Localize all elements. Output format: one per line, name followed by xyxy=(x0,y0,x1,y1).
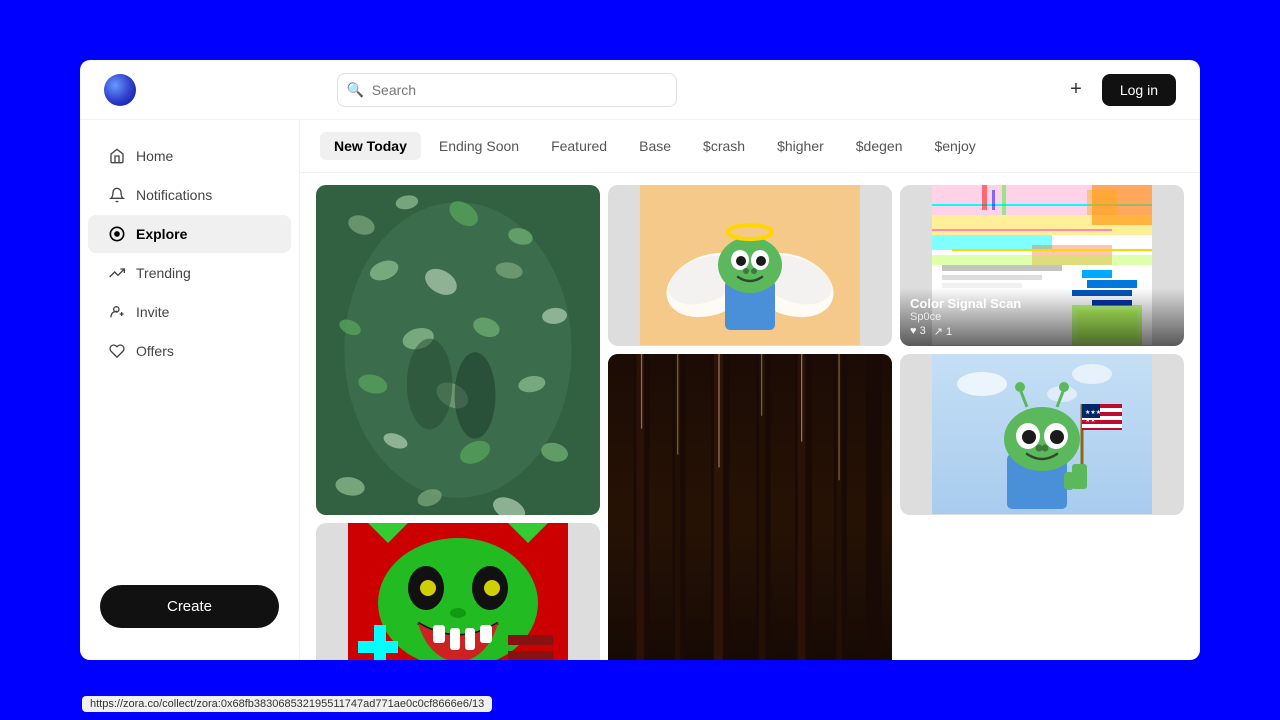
search-input[interactable] xyxy=(337,73,677,107)
nav-items: Home Notifications Explore xyxy=(80,136,299,569)
sidebar: Home Notifications Explore xyxy=(80,120,300,660)
tab-senjoy[interactable]: $enjoy xyxy=(920,132,989,160)
login-button[interactable]: Log in xyxy=(1102,74,1176,106)
sidebar-item-explore-label: Explore xyxy=(136,226,187,242)
tab-sdegen[interactable]: $degen xyxy=(842,132,917,160)
explore-icon xyxy=(108,225,126,243)
grid-item-cat-math[interactable] xyxy=(316,523,600,660)
svg-text:★★★: ★★★ xyxy=(1085,409,1101,416)
grid-item-dark-trees[interactable] xyxy=(608,354,892,660)
tab-scrash[interactable]: $crash xyxy=(689,132,759,160)
sidebar-item-notifications[interactable]: Notifications xyxy=(88,176,291,214)
tab-shigher[interactable]: $higher xyxy=(763,132,838,160)
trending-icon xyxy=(108,264,126,282)
tab-featured[interactable]: Featured xyxy=(537,132,621,160)
grid-item-pepe-flag[interactable]: ★★★ ★★ xyxy=(900,354,1184,515)
sidebar-item-trending-label: Trending xyxy=(136,265,191,281)
search-bar: 🔍 xyxy=(337,73,677,107)
sidebar-item-home[interactable]: Home xyxy=(88,137,291,175)
sidebar-item-trending[interactable]: Trending xyxy=(88,254,291,292)
header-right: + Log in xyxy=(1062,74,1176,106)
offers-icon xyxy=(108,342,126,360)
main-content: New Today Ending Soon Featured Base $cra… xyxy=(300,120,1200,660)
card-overlay-glitch: Color Signal Scan Sp0ce ♥ 3 ↗ 1 xyxy=(900,288,1184,346)
bell-icon xyxy=(108,186,126,204)
svg-text:★★: ★★ xyxy=(1085,417,1096,424)
tab-ending-soon[interactable]: Ending Soon xyxy=(425,132,533,160)
add-button[interactable]: + xyxy=(1062,74,1090,105)
body: Home Notifications Explore xyxy=(80,120,1200,660)
sidebar-item-home-label: Home xyxy=(136,148,173,164)
card-author-glitch: Sp0ce xyxy=(910,311,1174,323)
create-button-wrap: Create xyxy=(80,569,299,644)
create-button[interactable]: Create xyxy=(100,585,279,628)
sidebar-item-explore[interactable]: Explore xyxy=(88,215,291,253)
sidebar-item-offers[interactable]: Offers xyxy=(88,332,291,370)
grid-item-mosaic[interactable] xyxy=(316,185,600,515)
tab-base[interactable]: Base xyxy=(625,132,685,160)
sidebar-item-invite-label: Invite xyxy=(136,304,169,320)
grid-item-pepe-angel[interactable] xyxy=(608,185,892,346)
tabs-bar: New Today Ending Soon Featured Base $cra… xyxy=(300,120,1200,173)
logo[interactable] xyxy=(104,74,136,106)
nft-grid: Color Signal Scan Sp0ce ♥ 3 ↗ 1 xyxy=(300,173,1200,660)
header: 🔍 + Log in xyxy=(80,60,1200,120)
sidebar-item-invite[interactable]: Invite xyxy=(88,293,291,331)
url-bar: https://zora.co/collect/zora:0x68fb38306… xyxy=(82,696,492,712)
stat-shares: ↗ 1 xyxy=(934,325,952,338)
stat-hearts: ♥ 3 xyxy=(910,325,926,338)
invite-icon xyxy=(108,303,126,321)
tab-new-today[interactable]: New Today xyxy=(320,132,421,160)
grid-item-glitch[interactable]: Color Signal Scan Sp0ce ♥ 3 ↗ 1 xyxy=(900,185,1184,346)
search-icon: 🔍 xyxy=(347,81,364,98)
sidebar-item-offers-label: Offers xyxy=(136,343,174,359)
card-title-glitch: Color Signal Scan xyxy=(910,296,1174,311)
home-icon xyxy=(108,147,126,165)
card-stats-glitch: ♥ 3 ↗ 1 xyxy=(910,325,1174,338)
sidebar-item-notifications-label: Notifications xyxy=(136,187,212,203)
